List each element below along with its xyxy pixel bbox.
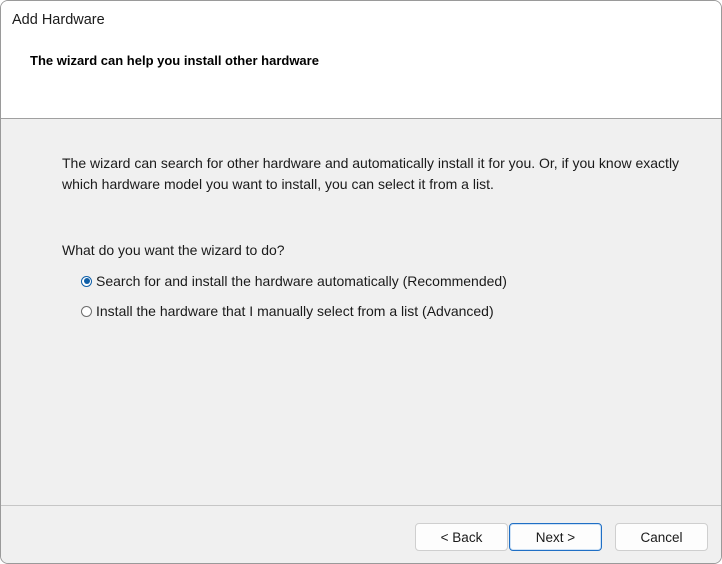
- radio-manual[interactable]: [81, 305, 92, 317]
- window-title: Add Hardware: [12, 12, 105, 28]
- cancel-button[interactable]: Cancel: [615, 523, 708, 551]
- option-manual-label[interactable]: Install the hardware that I manually sel…: [96, 303, 494, 319]
- back-button[interactable]: < Back: [415, 523, 508, 551]
- wizard-footer: < Back Next > Cancel: [1, 506, 721, 563]
- wizard-heading: The wizard can help you install other ha…: [30, 53, 319, 68]
- next-button[interactable]: Next >: [509, 523, 602, 551]
- option-manual[interactable]: Install the hardware that I manually sel…: [81, 301, 494, 321]
- option-automatic[interactable]: Search for and install the hardware auto…: [81, 271, 507, 291]
- radio-automatic[interactable]: [81, 275, 92, 287]
- wizard-header: Add Hardware The wizard can help you ins…: [1, 1, 721, 119]
- wizard-question: What do you want the wizard to do?: [62, 242, 285, 258]
- add-hardware-window: Add Hardware The wizard can help you ins…: [0, 0, 722, 564]
- wizard-description: The wizard can search for other hardware…: [62, 155, 680, 192]
- option-automatic-label[interactable]: Search for and install the hardware auto…: [96, 273, 507, 289]
- wizard-body: The wizard can search for other hardware…: [1, 119, 721, 505]
